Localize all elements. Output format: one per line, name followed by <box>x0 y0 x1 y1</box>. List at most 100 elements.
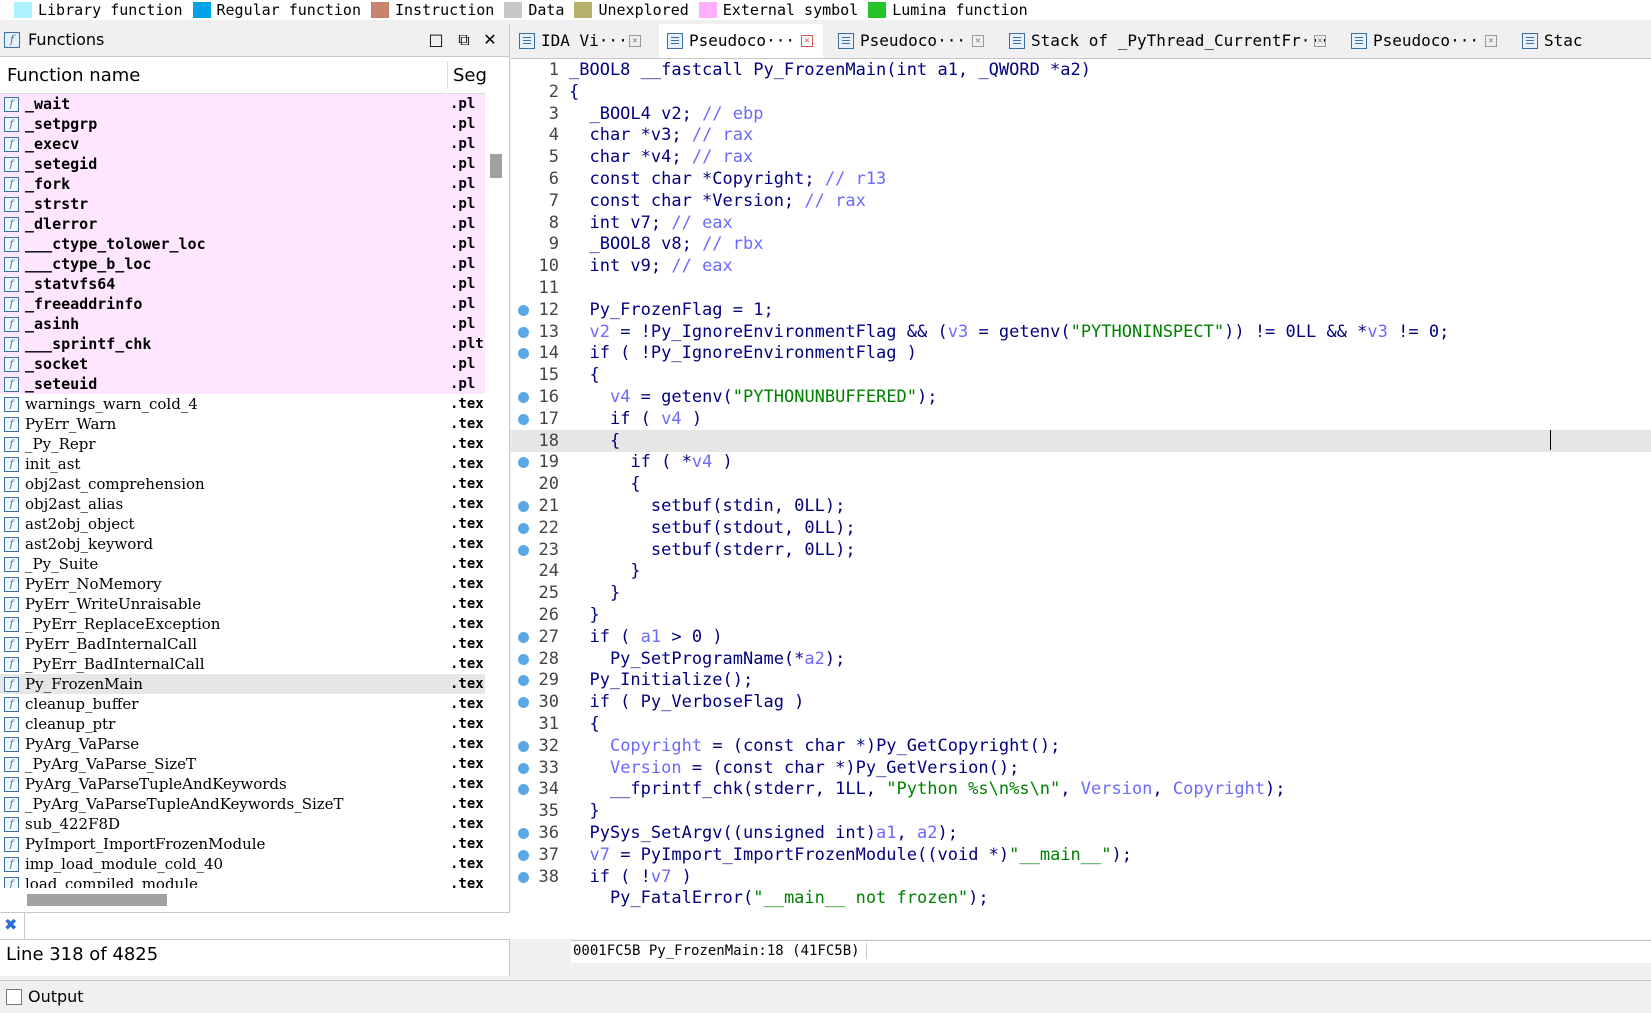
function-row[interactable]: f ___ctype_tolower_loc .pl <box>0 234 485 254</box>
function-row[interactable]: f _PyErr_BadInternalCall .tex <box>0 654 485 674</box>
scrollbar-thumb[interactable] <box>27 894 167 906</box>
function-row[interactable]: f PyErr_Warn .tex <box>0 414 485 434</box>
function-row[interactable]: f _Py_Suite .tex <box>0 554 485 574</box>
editor-tab[interactable]: IDA Vi··· ✕ <box>511 24 651 58</box>
function-row[interactable]: f _execv .pl <box>0 134 485 154</box>
pseudocode-view[interactable]: 1 _BOOL8 __fastcall Py_FrozenMain(int a1,… <box>511 59 1651 939</box>
code-line[interactable]: 27 if ( a1 > 0 ) <box>511 626 1651 648</box>
code-line[interactable]: 11 <box>511 277 1651 299</box>
code-line[interactable]: 15 { <box>511 364 1651 386</box>
code-line[interactable]: 7 const char *Version; // rax <box>511 190 1651 212</box>
function-row[interactable]: f imp_load_module_cold_40 .tex <box>0 854 485 874</box>
scrollbar-thumb[interactable] <box>490 154 502 178</box>
function-row[interactable]: f _asinh .pl <box>0 314 485 334</box>
code-line[interactable]: 18 { <box>511 429 1651 452</box>
code-line[interactable]: Py_FatalError("__main__ not frozen"); <box>511 887 1651 909</box>
code-line[interactable]: 25 } <box>511 582 1651 604</box>
functions-horizontal-scrollbar[interactable] <box>0 890 485 908</box>
functions-filter-input[interactable] <box>24 913 513 939</box>
tab-close-icon[interactable]: ✕ <box>801 35 813 47</box>
code-line[interactable]: 26 } <box>511 604 1651 626</box>
function-row[interactable]: f PyArg_VaParseTupleAndKeywords .tex <box>0 774 485 794</box>
code-line[interactable]: 37 v7 = PyImport_ImportFrozenModule((voi… <box>511 844 1651 866</box>
code-line[interactable]: 9 _BOOL8 v8; // rbx <box>511 233 1651 255</box>
function-row[interactable]: f _strstr .pl <box>0 194 485 214</box>
function-row[interactable]: f _seteuid .pl <box>0 374 485 394</box>
editor-tab[interactable]: Stac <box>1514 24 1651 58</box>
code-line[interactable]: 13 v2 = !Py_IgnoreEnvironmentFlag && (v3… <box>511 321 1651 343</box>
function-row[interactable]: f sub_422F8D .tex <box>0 814 485 834</box>
function-row[interactable]: f _PyArg_VaParse_SizeT .tex <box>0 754 485 774</box>
code-line[interactable]: 24 } <box>511 560 1651 582</box>
function-row[interactable]: f _socket .pl <box>0 354 485 374</box>
code-line[interactable]: 28 Py_SetProgramName(*a2); <box>511 648 1651 670</box>
editor-tab[interactable]: Stack of _PyThread_CurrentFr··· ✕ <box>1001 24 1336 58</box>
function-row[interactable]: f ___ctype_b_loc .pl <box>0 254 485 274</box>
code-line[interactable]: 17 if ( v4 ) <box>511 408 1651 430</box>
restore-icon[interactable]: ⧉ <box>452 28 476 52</box>
code-line[interactable]: 20 { <box>511 473 1651 495</box>
function-row[interactable]: f _setegid .pl <box>0 154 485 174</box>
functions-vertical-scrollbar[interactable] <box>487 94 507 888</box>
code-line[interactable]: 10 int v9; // eax <box>511 255 1651 277</box>
code-line[interactable]: 29 Py_Initialize(); <box>511 669 1651 691</box>
code-line[interactable]: 23 setbuf(stderr, 0LL); <box>511 539 1651 561</box>
function-row[interactable]: f _statvfs64 .pl <box>0 274 485 294</box>
editor-tab[interactable]: Pseudoco··· ✕ <box>830 24 994 58</box>
code-line[interactable]: 4 char *v3; // rax <box>511 124 1651 146</box>
function-row[interactable]: f _PyArg_VaParseTupleAndKeywords_SizeT .te… <box>0 794 485 814</box>
tab-close-icon[interactable]: ✕ <box>1485 35 1497 47</box>
code-line[interactable]: 14 if ( !Py_IgnoreEnvironmentFlag ) <box>511 342 1651 364</box>
code-line[interactable]: 8 int v7; // eax <box>511 212 1651 234</box>
close-icon[interactable]: ✕ <box>478 28 502 52</box>
tab-close-icon[interactable]: ✕ <box>972 35 984 47</box>
tab-close-icon[interactable]: ✕ <box>629 35 641 47</box>
code-line[interactable]: 22 setbuf(stdout, 0LL); <box>511 517 1651 539</box>
function-row[interactable]: f PyImport_ImportFrozenModule .tex <box>0 834 485 854</box>
code-line[interactable]: 31 { <box>511 713 1651 735</box>
code-line[interactable]: 36 PySys_SetArgv((unsigned int)a1, a2); <box>511 822 1651 844</box>
function-row[interactable]: f ___sprintf_chk .plt <box>0 334 485 354</box>
code-line[interactable]: 35 } <box>511 800 1651 822</box>
function-row[interactable]: f ast2obj_keyword .tex <box>0 534 485 554</box>
function-row[interactable]: f load_compiled_module .tex <box>0 874 485 888</box>
function-row[interactable]: f _PyErr_ReplaceException .tex <box>0 614 485 634</box>
function-row[interactable]: f Py_FrozenMain .tex <box>0 674 485 694</box>
function-row[interactable]: f _wait .pl <box>0 94 485 114</box>
editor-tab[interactable]: Pseudoco··· ✕ <box>1343 24 1507 58</box>
code-line[interactable]: 3 _BOOL4 v2; // ebp <box>511 103 1651 125</box>
tab-close-icon[interactable]: ✕ <box>1314 35 1326 47</box>
code-line[interactable]: 16 v4 = getenv("PYTHONUNBUFFERED"); <box>511 386 1651 408</box>
function-row[interactable]: f _fork .pl <box>0 174 485 194</box>
editor-tab[interactable]: Pseudoco··· ✕ <box>659 24 823 58</box>
code-line[interactable]: 32 Copyright = (const char *)Py_GetCopyr… <box>511 735 1651 757</box>
function-row[interactable]: f _setpgrp .pl <box>0 114 485 134</box>
function-row[interactable]: f PyErr_BadInternalCall .tex <box>0 634 485 654</box>
function-row[interactable]: f PyArg_VaParse .tex <box>0 734 485 754</box>
function-row[interactable]: f cleanup_ptr .tex <box>0 714 485 734</box>
code-line[interactable]: 6 const char *Copyright; // r13 <box>511 168 1651 190</box>
maximize-icon[interactable]: □ <box>424 28 448 52</box>
output-panel-bar[interactable]: Output <box>0 980 1651 1013</box>
function-row[interactable]: f cleanup_buffer .tex <box>0 694 485 714</box>
code-line[interactable]: 38 if ( !v7 ) <box>511 866 1651 888</box>
column-function-name[interactable]: Function name <box>7 65 140 86</box>
function-row[interactable]: f _Py_Repr .tex <box>0 434 485 454</box>
code-line[interactable]: 5 char *v4; // rax <box>511 146 1651 168</box>
code-line[interactable]: 19 if ( *v4 ) <box>511 451 1651 473</box>
function-row[interactable]: f warnings_warn_cold_4 .tex <box>0 394 485 414</box>
function-row[interactable]: f PyErr_NoMemory .tex <box>0 574 485 594</box>
function-row[interactable]: f _freeaddrinfo .pl <box>0 294 485 314</box>
code-line[interactable]: 1 _BOOL8 __fastcall Py_FrozenMain(int a1,… <box>511 59 1651 81</box>
function-row[interactable]: f _dlerror .pl <box>0 214 485 234</box>
clear-filter-icon[interactable]: ✖ <box>4 915 17 934</box>
function-row[interactable]: f obj2ast_comprehension .tex <box>0 474 485 494</box>
code-line[interactable]: 33 Version = (const char *)Py_GetVersion… <box>511 757 1651 779</box>
column-divider[interactable] <box>447 61 448 89</box>
column-segment[interactable]: Seg <box>453 65 487 86</box>
code-line[interactable]: 30 if ( Py_VerboseFlag ) <box>511 691 1651 713</box>
function-row[interactable]: f obj2ast_alias .tex <box>0 494 485 514</box>
code-line[interactable]: 34 __fprintf_chk(stderr, 1LL, "Python %s… <box>511 778 1651 800</box>
code-line[interactable]: 2{ <box>511 81 1651 103</box>
function-row[interactable]: f PyErr_WriteUnraisable .tex <box>0 594 485 614</box>
